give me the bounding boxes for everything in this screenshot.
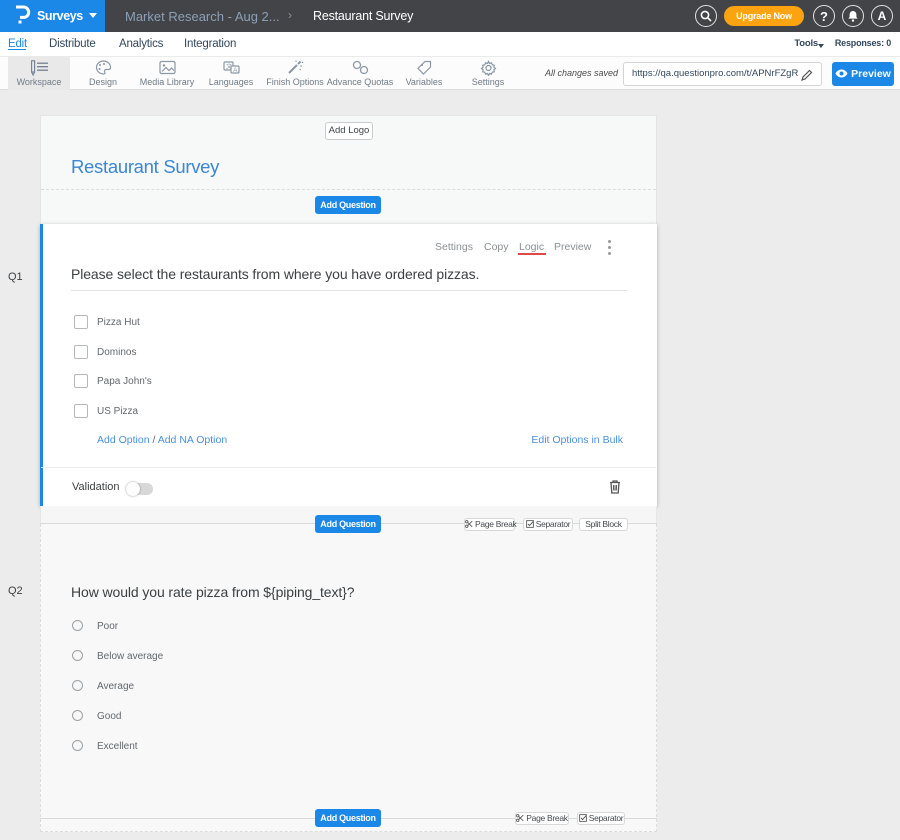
svg-text:文: 文 <box>226 63 232 71</box>
svg-text:A: A <box>233 68 237 74</box>
